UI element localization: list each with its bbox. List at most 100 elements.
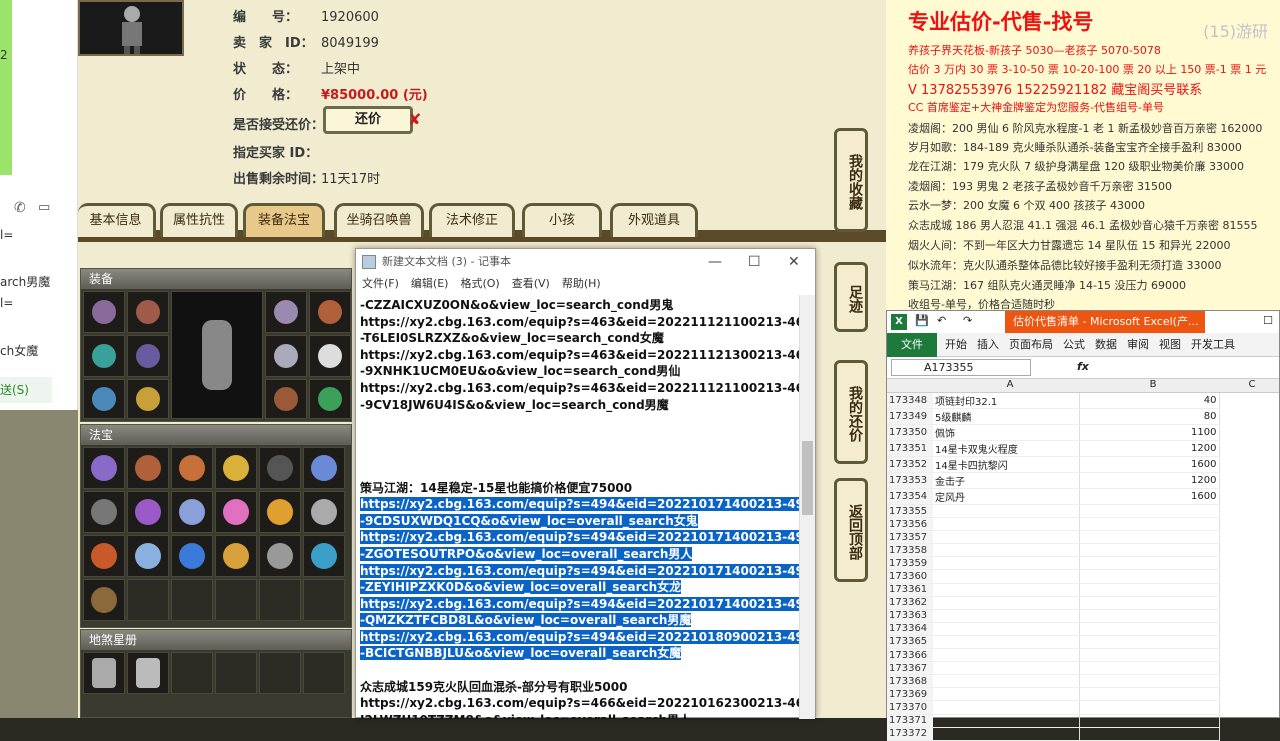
treasure-slot[interactable] bbox=[83, 447, 125, 489]
menu-edit[interactable]: 编辑(E) bbox=[411, 277, 449, 290]
treasure-slot[interactable] bbox=[303, 535, 345, 577]
column-b-header[interactable]: B bbox=[1083, 379, 1223, 390]
row-number[interactable]: 173361 bbox=[887, 583, 933, 597]
cell-b[interactable] bbox=[1079, 609, 1220, 623]
cell-b[interactable]: 80 bbox=[1079, 408, 1220, 425]
cell-a[interactable] bbox=[933, 556, 1080, 571]
menu-format[interactable]: 格式(O) bbox=[460, 277, 499, 290]
cell-b[interactable] bbox=[1079, 674, 1220, 689]
row-number[interactable]: 173359 bbox=[887, 556, 933, 571]
equip-slot[interactable] bbox=[83, 291, 125, 333]
cell-b[interactable] bbox=[1079, 622, 1220, 636]
column-c-header[interactable]: C bbox=[1227, 379, 1277, 390]
undo-icon[interactable]: ↶ bbox=[937, 314, 946, 327]
maximize-icon[interactable]: ☐ bbox=[1263, 314, 1273, 327]
cell-a[interactable] bbox=[933, 727, 1080, 741]
tab-developer[interactable]: 开发工具 bbox=[1191, 338, 1235, 351]
cell-b[interactable] bbox=[1079, 687, 1220, 702]
cell-a[interactable]: 5级麒麟 bbox=[933, 408, 1080, 425]
vertical-scrollbar[interactable] bbox=[799, 295, 815, 719]
scroll-thumb[interactable] bbox=[802, 441, 813, 515]
star-slot[interactable] bbox=[83, 652, 125, 694]
save-icon[interactable]: 💾 bbox=[915, 314, 929, 327]
tab-mounts[interactable]: 坐骑召唤兽 bbox=[334, 203, 424, 237]
tab-basic[interactable]: 基本信息 bbox=[78, 203, 156, 237]
column-a-header[interactable]: A bbox=[937, 379, 1083, 390]
cell-a[interactable] bbox=[933, 504, 1080, 519]
treasure-slot[interactable] bbox=[215, 491, 257, 533]
fx-icon[interactable]: fx bbox=[1077, 360, 1089, 373]
cell-b[interactable] bbox=[1079, 727, 1220, 741]
cell-a[interactable]: 金击子 bbox=[933, 472, 1080, 489]
cell-a[interactable] bbox=[933, 674, 1080, 689]
back-to-top-button[interactable]: 返回顶部 bbox=[834, 478, 868, 582]
treasure-slot[interactable] bbox=[171, 579, 213, 621]
equip-slot[interactable] bbox=[309, 335, 351, 377]
my-offers-button[interactable]: 我的还价 bbox=[834, 360, 868, 464]
tab-layout[interactable]: 页面布局 bbox=[1009, 338, 1053, 351]
star-slot[interactable] bbox=[303, 652, 345, 694]
equip-slot[interactable] bbox=[83, 379, 125, 419]
treasure-slot[interactable] bbox=[259, 447, 301, 489]
tab-spells[interactable]: 法术修正 bbox=[429, 203, 515, 237]
treasure-slot[interactable] bbox=[303, 491, 345, 533]
row-number[interactable]: 173354 bbox=[887, 488, 933, 505]
treasure-slot[interactable] bbox=[259, 491, 301, 533]
treasure-slot[interactable] bbox=[127, 447, 169, 489]
cell-b[interactable] bbox=[1079, 583, 1220, 597]
treasure-slot[interactable] bbox=[83, 535, 125, 577]
row-number[interactable]: 173360 bbox=[887, 569, 933, 584]
cell-a[interactable] bbox=[933, 569, 1080, 584]
haggle-button[interactable]: 还价 bbox=[323, 106, 413, 134]
treasure-slot[interactable] bbox=[215, 447, 257, 489]
tab-appearance[interactable]: 外观道具 bbox=[610, 203, 698, 237]
treasure-slot[interactable] bbox=[127, 579, 169, 621]
name-box[interactable]: A173355 bbox=[891, 359, 1031, 376]
menu-help[interactable]: 帮助(H) bbox=[562, 277, 601, 290]
equip-slot[interactable] bbox=[127, 291, 169, 333]
equip-slot[interactable] bbox=[127, 379, 169, 419]
tab-file[interactable]: 文件 bbox=[887, 333, 937, 357]
treasure-slot[interactable] bbox=[303, 579, 345, 621]
cell-a[interactable] bbox=[933, 687, 1080, 702]
equip-slot[interactable] bbox=[83, 335, 125, 377]
row-number[interactable]: 173351 bbox=[887, 440, 933, 457]
row-number[interactable]: 173355 bbox=[887, 504, 933, 519]
cell-b[interactable]: 40 bbox=[1079, 393, 1220, 409]
cell-a[interactable] bbox=[933, 596, 1080, 610]
cell-a[interactable] bbox=[933, 530, 1080, 545]
treasure-slot[interactable] bbox=[127, 535, 169, 577]
video-icon[interactable]: ▭ bbox=[38, 200, 50, 215]
row-number[interactable]: 173357 bbox=[887, 530, 933, 545]
treasure-slot[interactable] bbox=[259, 579, 301, 621]
row-number[interactable]: 173367 bbox=[887, 661, 933, 676]
cell-b[interactable]: 1200 bbox=[1079, 472, 1220, 489]
row-number[interactable]: 173371 bbox=[887, 714, 933, 728]
cell-b[interactable] bbox=[1079, 530, 1220, 545]
cell-b[interactable] bbox=[1079, 714, 1220, 728]
cell-b[interactable] bbox=[1079, 635, 1220, 650]
cell-a[interactable] bbox=[933, 583, 1080, 597]
cell-b[interactable]: 1100 bbox=[1079, 424, 1220, 441]
cell-b[interactable] bbox=[1079, 700, 1220, 715]
row-number[interactable]: 173358 bbox=[887, 543, 933, 558]
cell-a[interactable] bbox=[933, 714, 1080, 728]
star-slot[interactable] bbox=[127, 652, 169, 694]
cell-a[interactable] bbox=[933, 543, 1080, 558]
row-number[interactable]: 173366 bbox=[887, 648, 933, 663]
cell-b[interactable] bbox=[1079, 569, 1220, 584]
menu-view[interactable]: 查看(V) bbox=[512, 277, 550, 290]
star-slot[interactable] bbox=[259, 652, 301, 694]
row-number[interactable]: 173363 bbox=[887, 609, 933, 623]
treasure-slot[interactable] bbox=[83, 491, 125, 533]
equip-slot[interactable] bbox=[265, 291, 307, 333]
cell-b[interactable] bbox=[1079, 556, 1220, 571]
cell-a[interactable]: 佩饰 bbox=[933, 424, 1080, 441]
treasure-slot[interactable] bbox=[215, 579, 257, 621]
cell-b[interactable] bbox=[1079, 517, 1220, 532]
equip-slot[interactable] bbox=[309, 291, 351, 333]
treasure-slot[interactable] bbox=[171, 535, 213, 577]
row-number[interactable]: 173370 bbox=[887, 700, 933, 715]
cell-a[interactable] bbox=[933, 609, 1080, 623]
cell-a[interactable]: 14星卡双鬼火程度 bbox=[933, 440, 1080, 457]
